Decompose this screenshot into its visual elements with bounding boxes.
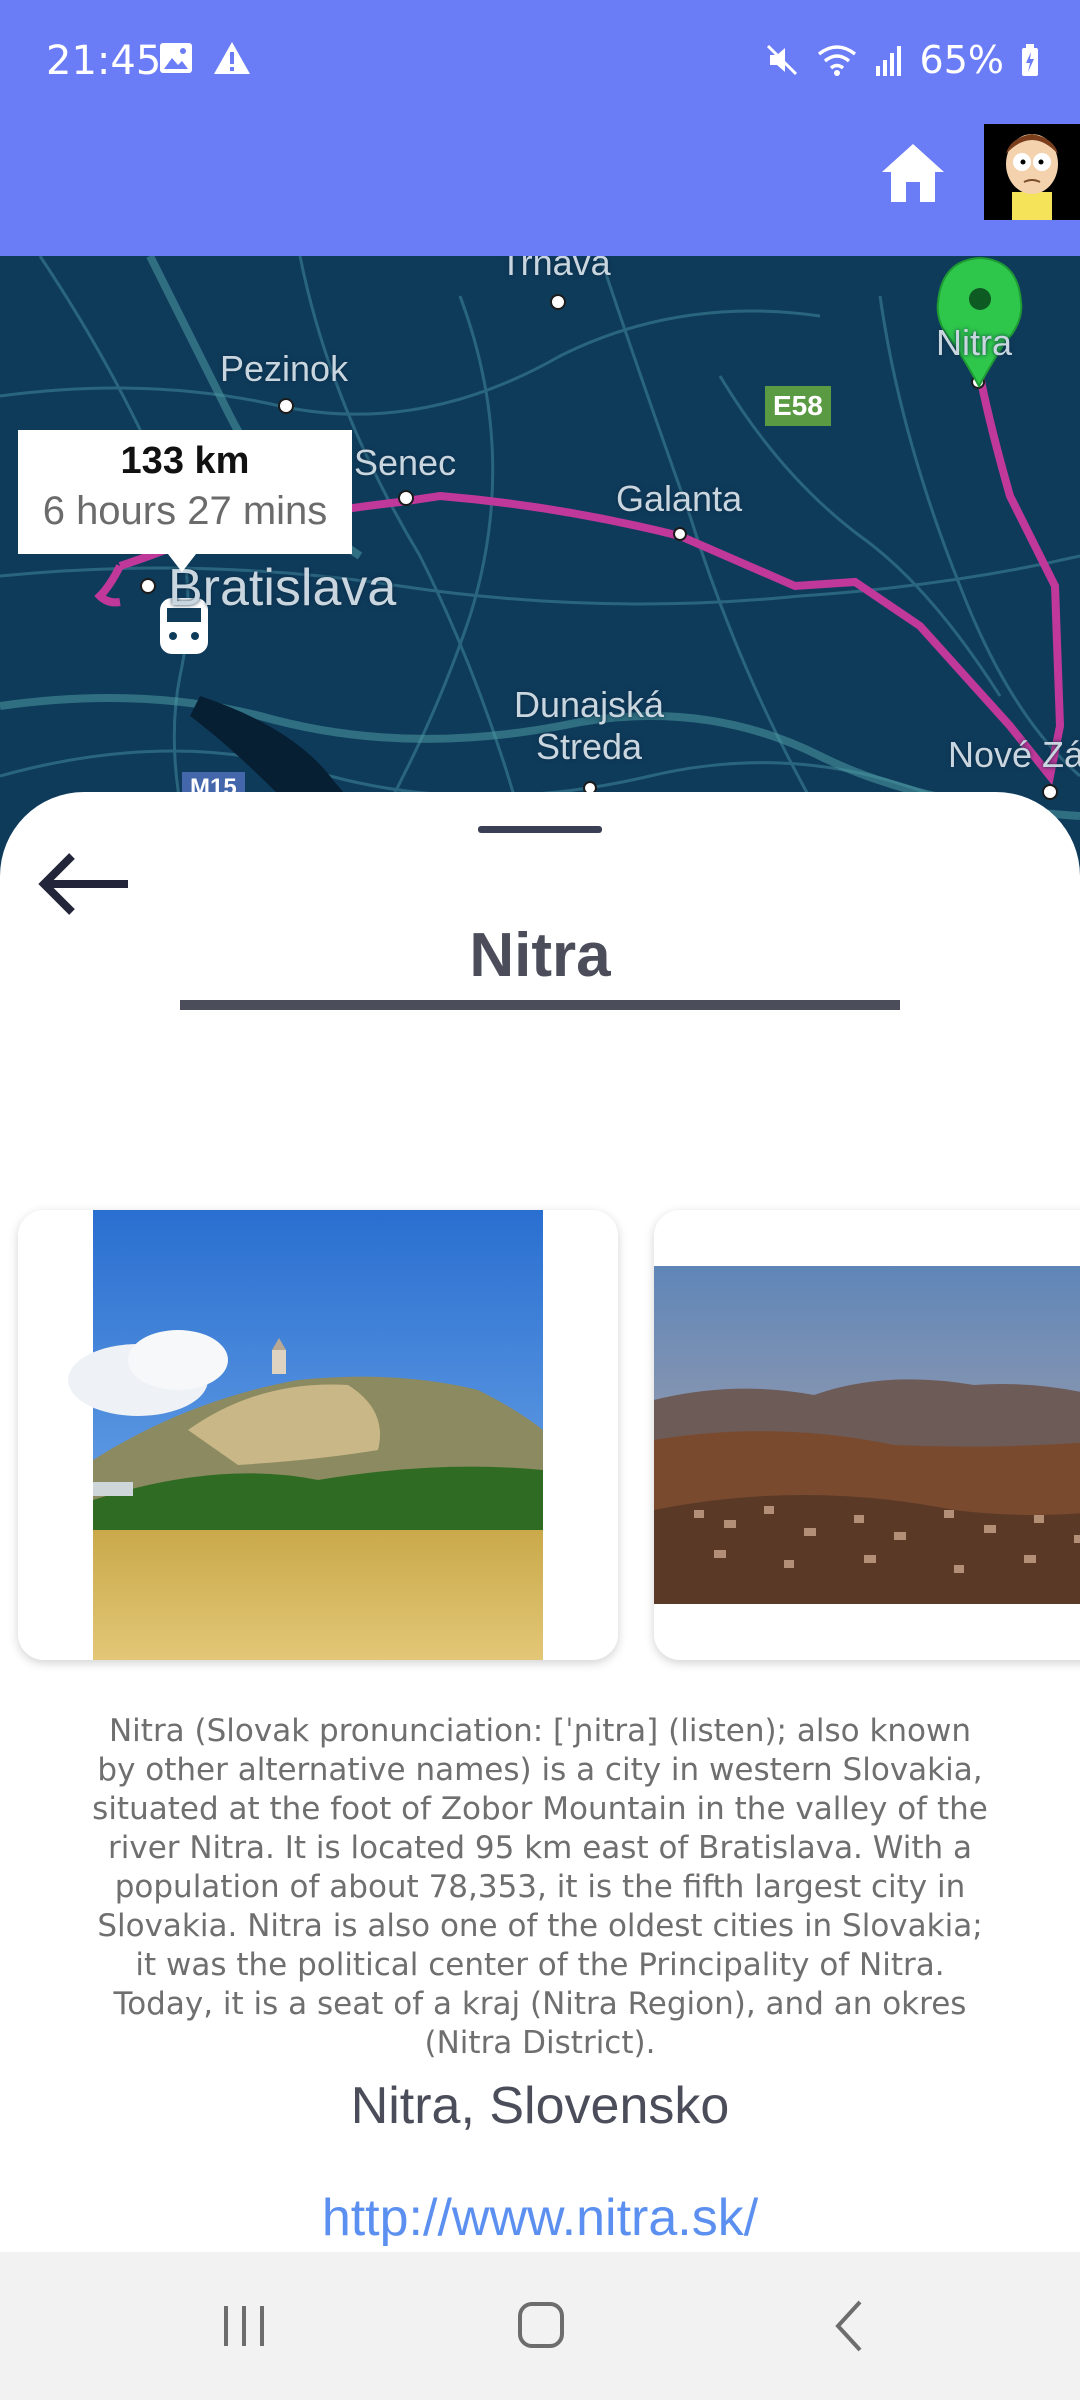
app-bar: 21:45 65% [0, 0, 1080, 256]
nav-back-icon [835, 2300, 862, 2352]
sheet-drag-handle[interactable] [478, 826, 602, 833]
photo-town-panorama [654, 1210, 1080, 1660]
battery-icon [1022, 44, 1038, 76]
map-label-senec: Senec [354, 442, 457, 483]
place-details-sheet[interactable]: Nitra Nitra (Slovak pronunciation: [ˈɲit… [0, 792, 1080, 2252]
place-description: Nitra (Slovak pronunciation: [ˈɲitra] (l… [92, 1713, 988, 2061]
image-notification-icon [160, 43, 192, 73]
wifi-icon [817, 45, 856, 76]
nav-home-button[interactable] [500, 2292, 580, 2362]
status-time: 21:45 [46, 38, 162, 84]
map-label-nitra: Nitra [936, 322, 1013, 363]
title-underline [180, 1000, 900, 1010]
avatar[interactable] [984, 124, 1080, 220]
map-label-trnava: Trnava [500, 256, 611, 283]
nav-home-icon [518, 2302, 564, 2348]
route-duration: 6 hours 27 mins [42, 489, 328, 533]
image-card-2[interactable] [654, 1210, 1080, 1660]
nav-back-button[interactable] [810, 2292, 890, 2362]
status-system: 65% [764, 38, 1040, 82]
arrow-left-icon [38, 853, 128, 915]
map-label-nove-zamky: Nové Zá [948, 734, 1080, 775]
home-icon [882, 144, 944, 202]
signal-icon [875, 46, 901, 76]
map-label-bratislava: Bratislava [168, 559, 397, 617]
mute-icon [766, 44, 797, 76]
place-title: Nitra [469, 921, 611, 990]
map-label-galanta: Galanta [616, 478, 743, 519]
image-card-1[interactable] [18, 1210, 618, 1660]
home-button[interactable] [878, 140, 948, 206]
avatar-character-icon [984, 124, 1080, 220]
battery-percent: 65% [919, 38, 1004, 82]
map-label-pezinok: Pezinok [220, 348, 349, 389]
recents-icon [224, 2306, 264, 2346]
nav-recents-button[interactable] [204, 2292, 284, 2362]
place-location: Nitra, Slovensko [350, 2077, 730, 2135]
route-info-bubble: 133 km 6 hours 27 mins [18, 430, 352, 554]
route-distance: 133 km [120, 440, 250, 482]
back-button[interactable] [34, 844, 138, 924]
system-nav-bar [0, 2252, 1080, 2400]
warning-icon [214, 42, 250, 74]
road-badge-e58: E58 [765, 386, 831, 426]
status-notifications [158, 40, 252, 76]
place-website-link[interactable]: http://www.nitra.sk/ [0, 2188, 1080, 2248]
photo-hill-chapel [18, 1210, 618, 1660]
map-label-dunajska-streda: Dunajská Streda [514, 684, 665, 767]
route-info-pointer [168, 554, 196, 572]
